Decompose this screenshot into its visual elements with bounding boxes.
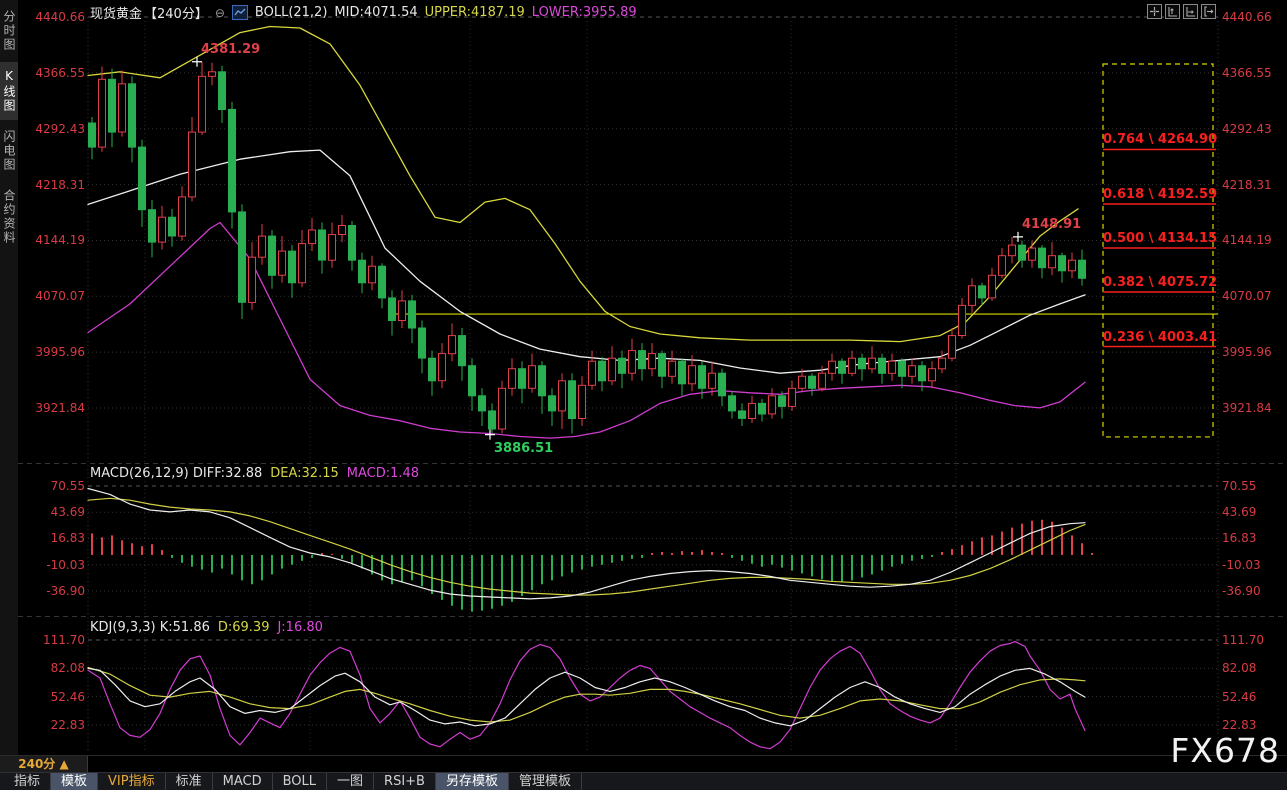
scale-right-axis-icon[interactable] [1183,4,1198,19]
exit-right-icon[interactable] [1201,4,1216,19]
bottom-toolbar: 指标模板VIP指标标准MACDBOLL一图RSI+B另存模板管理模板 [0,772,1287,790]
toolbar-tab[interactable]: 一图 [327,773,374,790]
collapse-indicator-icon[interactable]: ⊖ [215,6,225,20]
toolbar-tab[interactable]: 另存模板 [436,773,509,790]
sidebar-item-tab[interactable]: 分时图 [0,3,18,59]
kdj-panel-header: KDJ(9,3,3) K:51.86 D:69.39 J:16.80 [90,620,323,635]
period-tag: 【240分】 [144,3,208,22]
macd-dea-value: DEA:32.15 [270,466,339,481]
brand-watermark: FX678 [1170,731,1280,770]
toolbar-tab[interactable]: 模板 [51,773,98,790]
toolbar-tab[interactable]: RSI+B [374,773,436,790]
boll-upper-value: UPPER:4187.19 [425,5,525,20]
toolbar-tab[interactable]: 标准 [166,773,213,790]
chart-canvas[interactable] [0,0,1287,790]
boll-indicator-label: BOLL(21,2) [255,5,328,20]
toolbar-tab[interactable]: BOLL [273,773,327,790]
period-arrow-icon: ▲ [60,757,69,771]
toolbar-tab[interactable]: 管理模板 [509,773,582,790]
macd-value: MACD:1.48 [347,466,419,481]
period-selector[interactable]: 240分 ▲ [0,756,88,772]
kdj-j-value: J:16.80 [277,620,322,635]
sidebar-item-active[interactable]: K线图 [0,62,18,120]
time-axis-row: 240分 ▲ [0,755,1287,772]
chart-type-icon[interactable] [232,5,248,20]
trading-app-window: 0.764 \ 4264.900.618 \ 4192.590.500 \ 41… [0,0,1287,790]
toolbar-tab[interactable]: MACD [213,773,273,790]
macd-panel-header: MACD(26,12,9) DIFF:32.88 DEA:32.15 MACD:… [90,466,419,481]
chart-header: 现货黄金 【240分】 ⊖ BOLL(21,2) MID:4071.54 UPP… [90,3,637,22]
sidebar-item-tab[interactable]: 闪电图 [0,123,18,179]
kdj-name-and-k: KDJ(9,3,3) K:51.86 [90,620,210,635]
toolbar-tab[interactable]: 指标 [4,773,51,790]
period-label: 240分 [18,757,55,771]
symbol-title: 现货黄金 [90,3,142,22]
kdj-d-value: D:69.39 [218,620,270,635]
boll-mid-value: MID:4071.54 [334,5,417,20]
macd-name-and-diff: MACD(26,12,9) DIFF:32.88 [90,466,262,481]
scale-left-axis-icon[interactable] [1165,4,1180,19]
window-tool-icons [1147,4,1216,19]
boll-lower-value: LOWER:3955.89 [532,5,637,20]
sidebar-item-tab[interactable]: 合约资料 [0,182,18,252]
chart-type-sidebar: 分时图 K线图闪电图合约资料 [0,0,18,755]
crosshair-icon[interactable] [1147,4,1162,19]
toolbar-tab[interactable]: VIP指标 [98,773,166,790]
